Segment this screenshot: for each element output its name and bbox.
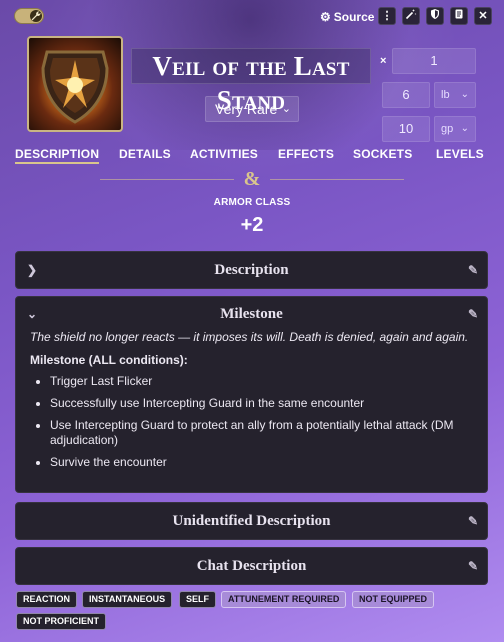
chevron-right-icon: ❯ [27, 263, 38, 277]
weight-unit-select[interactable]: lb ⌄ [434, 82, 476, 108]
item-name-field[interactable]: Veil of the Last Stand [131, 48, 371, 115]
description-section: ❯ Description ✎ [15, 251, 488, 289]
window-header: ⚙ Source ⋮ ✕ [0, 6, 504, 28]
gear-icon: ⚙ [320, 10, 331, 24]
mode-toggle[interactable] [14, 8, 44, 24]
divider-right [270, 179, 404, 180]
tab-description[interactable]: DESCRIPTION [15, 147, 100, 164]
milestone-flavor-text: The shield no longer reacts — it imposes… [30, 330, 469, 344]
tab-effects[interactable]: EFFECTS [278, 147, 334, 161]
list-item: Use Intercepting Guard to protect an all… [30, 418, 473, 448]
document-button[interactable] [450, 7, 468, 25]
weight-unit-value: lb [441, 89, 450, 101]
vertical-ellipsis-icon: ⋮ [381, 10, 393, 22]
scroll-icon [453, 9, 465, 23]
unidentified-description-section: Unidentified Description ✎ [15, 502, 488, 540]
tag-not-proficient: NOT PROFICIENT [16, 613, 106, 630]
tab-levels[interactable]: LEVELS [436, 147, 484, 161]
price-field[interactable]: 10 [382, 116, 430, 142]
ampersand-ornament-icon: & [243, 168, 261, 190]
tag-self: SELF [179, 591, 217, 608]
armor-class-label: ARMOR CLASS [213, 197, 291, 208]
milestone-conditions-label: Milestone (ALL conditions): [30, 353, 188, 367]
description-section-title: Description [214, 262, 289, 278]
tab-sockets[interactable]: SOCKETS [353, 147, 412, 161]
chevron-down-icon: ⌄ [460, 123, 469, 134]
rarity-value: Very Rare [215, 101, 278, 117]
chevron-down-icon: ⌄ [460, 89, 469, 100]
description-section-header[interactable]: ❯ Description ✎ [16, 252, 487, 288]
quantity-prefix: × [380, 55, 387, 67]
feather-edit-icon[interactable]: ✎ [468, 297, 478, 331]
close-icon: ✕ [478, 10, 488, 22]
menu-button[interactable]: ⋮ [378, 7, 396, 25]
list-item: Successfully use Intercepting Guard in t… [30, 396, 473, 411]
quantity-field[interactable]: 1 [392, 48, 476, 74]
milestone-conditions-list: Trigger Last Flicker Successfully use In… [30, 374, 473, 470]
chat-section-header[interactable]: Chat Description ✎ [16, 548, 487, 584]
unidentified-section-header[interactable]: Unidentified Description ✎ [16, 503, 487, 539]
sheet-tabs: DESCRIPTION DETAILS ACTIVITIES EFFECTS S… [15, 147, 485, 167]
list-item: Trigger Last Flicker [30, 374, 473, 389]
price-unit-select[interactable]: gp ⌄ [434, 116, 476, 142]
chevron-down-icon: ⌄ [27, 307, 38, 321]
item-portrait[interactable] [27, 36, 123, 132]
shield-icon [429, 9, 441, 23]
list-item: Survive the encounter [30, 455, 473, 470]
wrench-icon [30, 10, 42, 22]
tab-details[interactable]: DETAILS [119, 147, 171, 161]
milestone-section: ⌄ Milestone ✎ The shield no longer react… [15, 296, 488, 493]
divider-left [100, 179, 234, 180]
weight-field[interactable]: 6 [382, 82, 430, 108]
chevron-down-icon: ⌄ [281, 103, 291, 115]
milestone-section-title: Milestone [220, 306, 283, 322]
shield-artwork [41, 50, 109, 124]
shield-button[interactable] [426, 7, 444, 25]
milestone-section-header[interactable]: ⌄ Milestone ✎ [16, 297, 487, 331]
feather-edit-icon[interactable]: ✎ [468, 252, 478, 288]
armor-class-value: +2 [240, 214, 264, 236]
chat-description-section: Chat Description ✎ [15, 547, 488, 585]
unidentified-section-title: Unidentified Description [172, 513, 331, 529]
source-label: Source [333, 10, 375, 24]
chat-section-title: Chat Description [196, 558, 307, 574]
tag-instantaneous: INSTANTANEOUS [82, 591, 173, 608]
close-button[interactable]: ✕ [474, 7, 492, 25]
feather-edit-icon[interactable]: ✎ [468, 548, 478, 584]
rarity-select[interactable]: Very Rare ⌄ [205, 96, 299, 122]
magic-wand-icon [405, 9, 417, 23]
feather-edit-icon[interactable]: ✎ [468, 503, 478, 539]
tab-activities[interactable]: ACTIVITIES [190, 147, 258, 161]
tag-not-equipped: NOT EQUIPPED [352, 591, 435, 608]
tag-reaction: REACTION [16, 591, 77, 608]
source-button[interactable]: ⚙ Source [320, 8, 374, 26]
tag-attunement-required: ATTUNEMENT REQUIRED [221, 591, 347, 608]
price-unit-value: gp [441, 123, 454, 135]
item-sheet: ⚙ Source ⋮ ✕ Veil of the Last Stand × 1 … [0, 0, 504, 642]
milestone-section-body: The shield no longer reacts — it imposes… [16, 329, 487, 487]
identify-button[interactable] [402, 7, 420, 25]
